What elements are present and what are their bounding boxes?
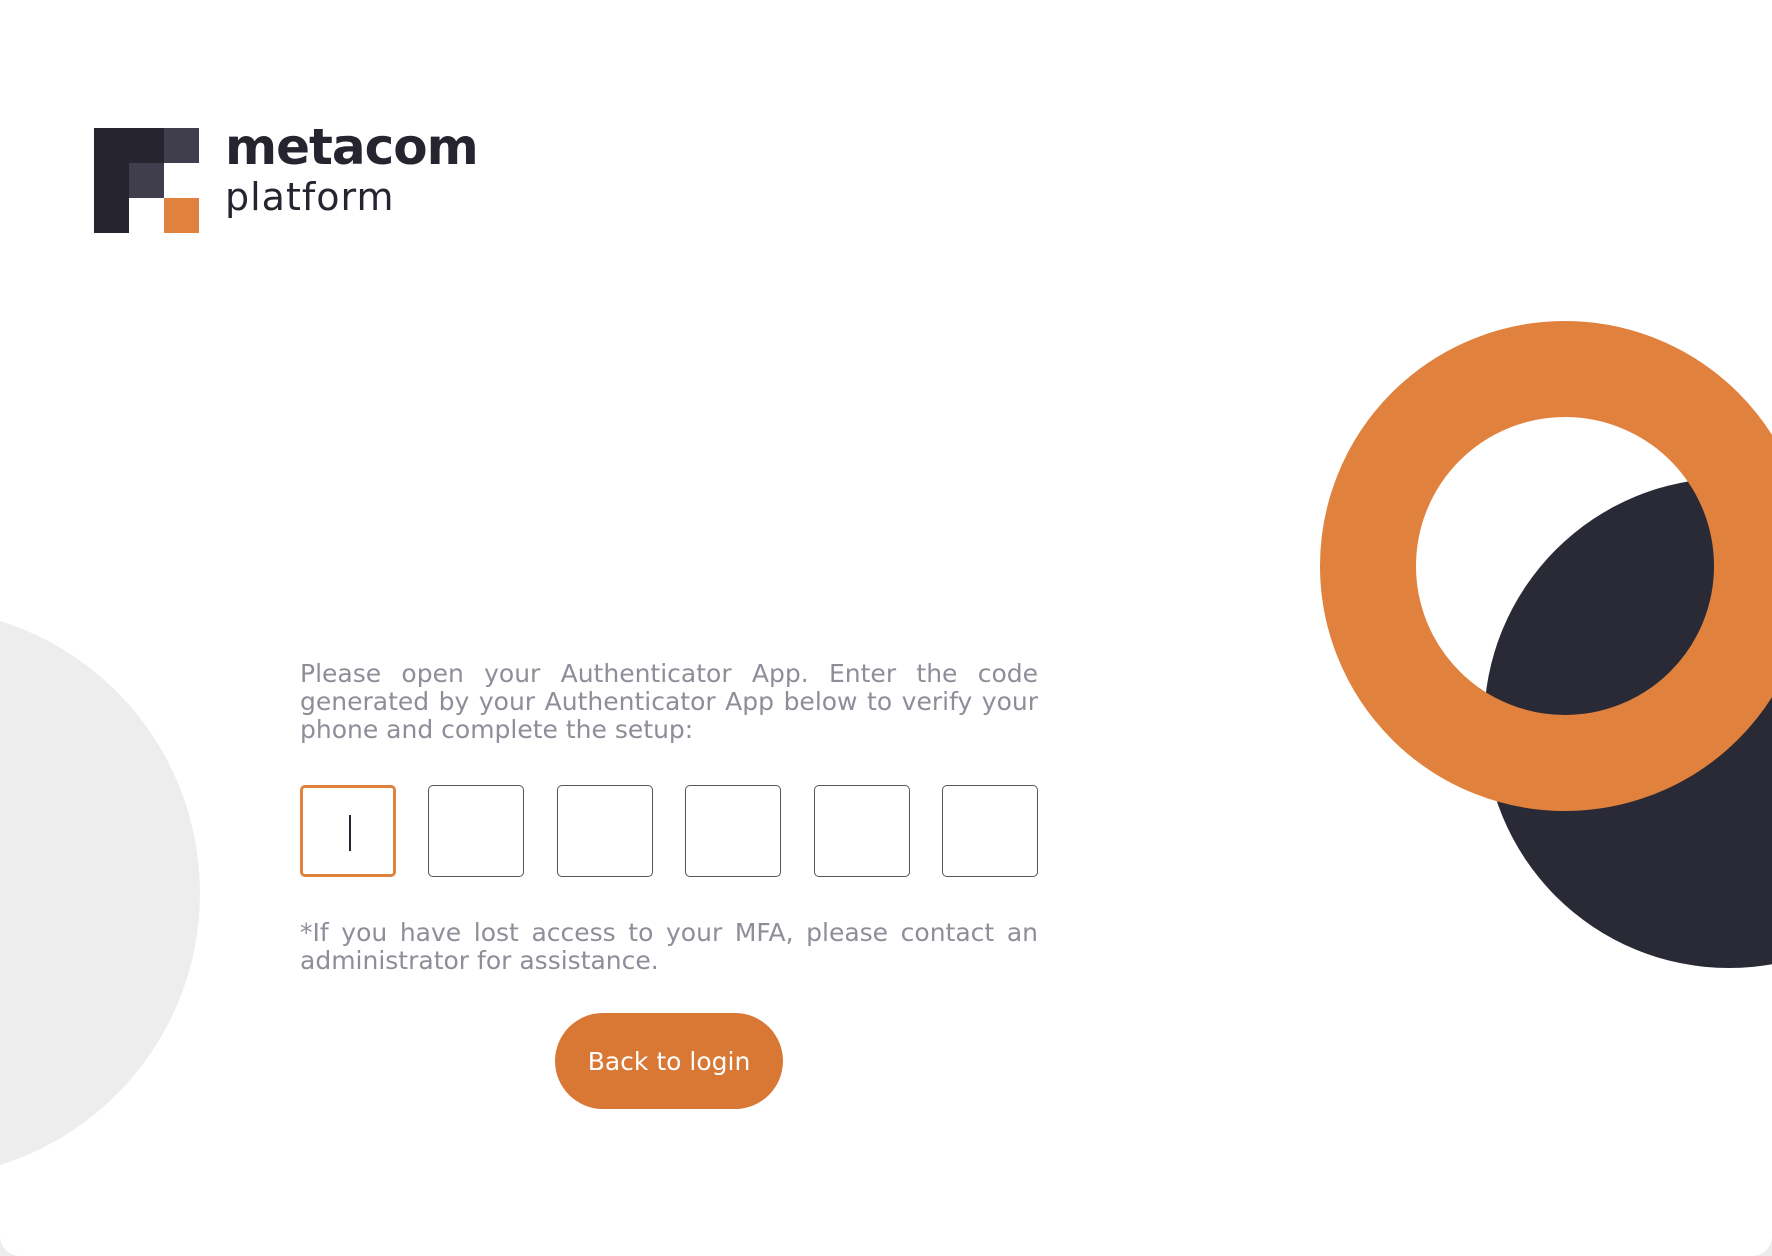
code-digit-5[interactable] xyxy=(813,785,910,877)
brand-logo: metacom platform xyxy=(94,122,479,233)
decorative-grey-circle xyxy=(0,608,200,1178)
back-to-login-button[interactable]: Back to login xyxy=(555,1013,783,1109)
brand-name: metacom xyxy=(225,118,479,176)
text-caret xyxy=(349,815,351,851)
mfa-instructions: Please open your Authenticator App. Ente… xyxy=(300,659,1038,744)
mfa-help-text: *If you have lost access to your MFA, pl… xyxy=(300,918,1038,975)
code-digit-2[interactable] xyxy=(428,785,525,877)
code-input-group xyxy=(300,785,1038,877)
brand-subtitle: platform xyxy=(225,175,395,219)
mfa-form: Please open your Authenticator App. Ente… xyxy=(300,660,1038,975)
logo-mark-icon xyxy=(94,128,199,233)
code-digit-3[interactable] xyxy=(556,785,653,877)
mfa-setup-page: metacom platform Please open your Authen… xyxy=(0,0,1772,1256)
code-digit-1[interactable] xyxy=(300,785,396,877)
code-digit-6[interactable] xyxy=(941,785,1038,877)
decorative-orange-ring xyxy=(1320,321,1772,811)
code-digit-4[interactable] xyxy=(685,785,782,877)
